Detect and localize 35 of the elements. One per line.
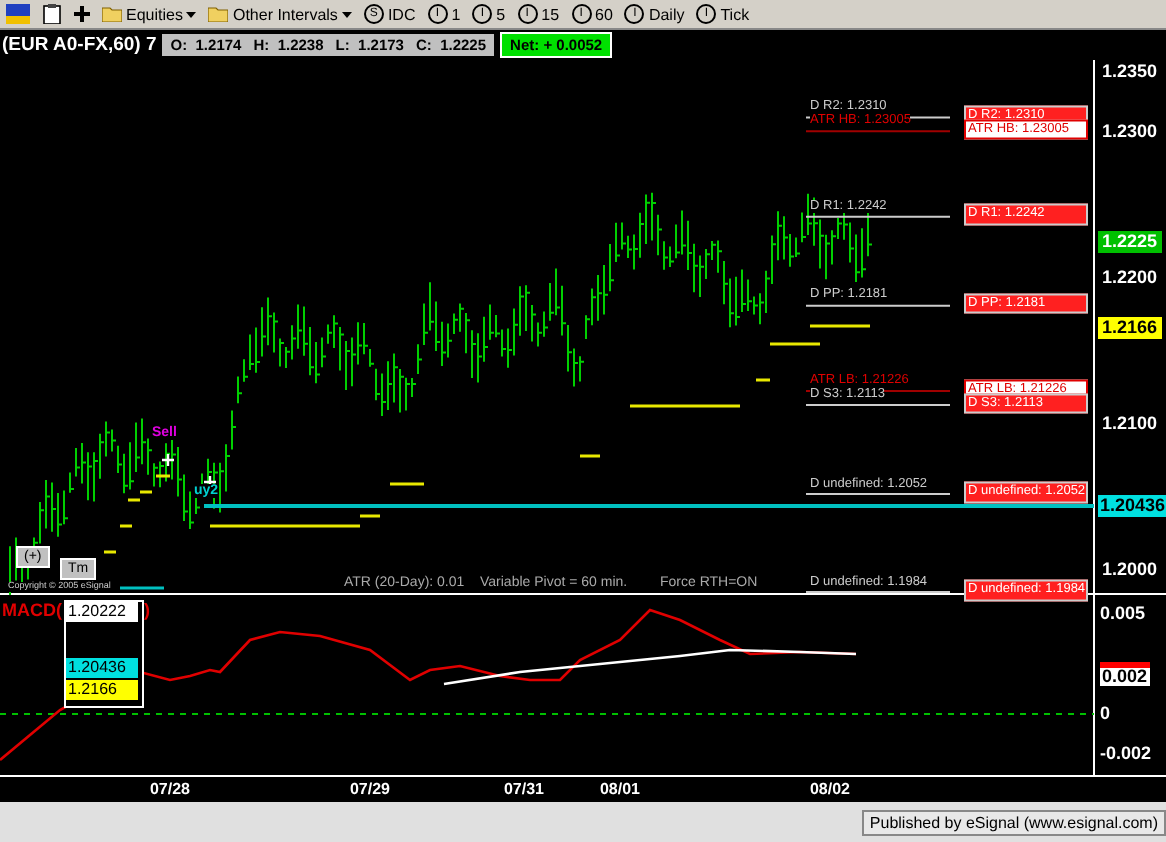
macd-axis-label: 0.005 (1100, 605, 1146, 623)
macd-axis-label: 0 (1100, 705, 1111, 723)
cross-icon (160, 452, 176, 468)
level-line (120, 586, 164, 590)
macd-title: ) (144, 602, 150, 620)
folder-icon (208, 6, 229, 22)
symbol-title: (EUR A0-FX,60) 7 (2, 34, 157, 56)
date-label: 07/31 (503, 782, 545, 798)
folder-icon (102, 6, 122, 22)
price-label: 1.2225 (1098, 230, 1162, 253)
date-label: 07/29 (349, 782, 391, 798)
menu-button[interactable]: Equities (102, 5, 197, 23)
menu-button[interactable]: Other Intervals (208, 5, 352, 23)
readout-value: 1.2166 (66, 680, 138, 700)
price-label: 1.2100 (1102, 415, 1158, 433)
readout-value: 1.20436 (66, 658, 138, 678)
price-label: 1.2200 (1102, 269, 1158, 287)
footer-text: Published by eSignal (www.esignal.com) (861, 809, 1166, 835)
macd-axis-label: -0.002 (1100, 745, 1152, 763)
price-label: 1.20436 (1098, 495, 1166, 518)
price-label: 1.2300 (1102, 123, 1158, 141)
clipboard-icon[interactable] (42, 4, 62, 24)
date-label: 08/01 (599, 782, 641, 798)
macd-axis-label: 0.002 (1100, 662, 1150, 686)
readout-value: 1.20222 (66, 602, 138, 622)
macd-title: MACD( (2, 602, 62, 620)
price-label: 1.2000 (1102, 561, 1158, 579)
price-label: 1.2350 (1102, 63, 1158, 81)
logo-icon[interactable] (6, 4, 30, 24)
plus-icon[interactable] (74, 6, 90, 22)
price-label: 1.2166 (1098, 316, 1162, 339)
date-label: 08/02 (809, 782, 851, 798)
caret-icon (341, 11, 352, 17)
date-label: 07/28 (149, 782, 191, 798)
caret-icon (186, 11, 197, 17)
